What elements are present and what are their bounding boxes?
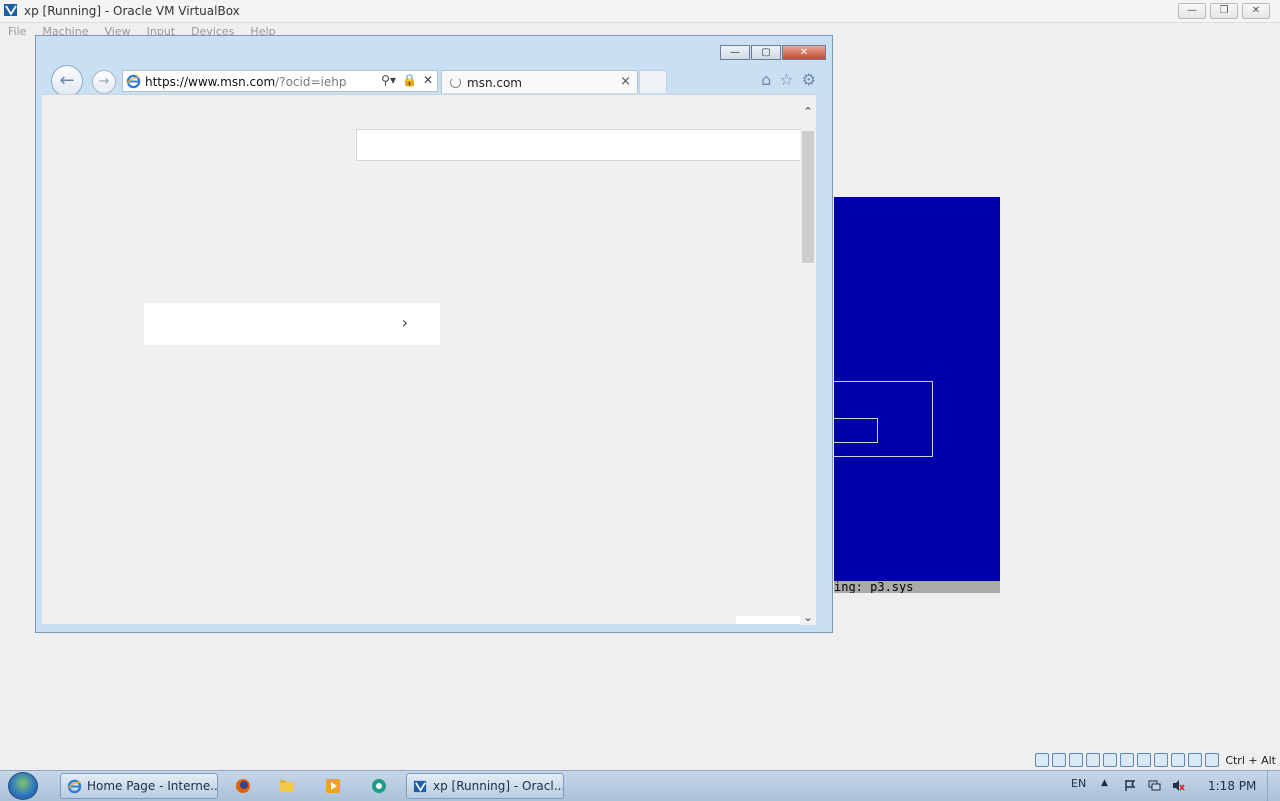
volume-muted-icon[interactable] bbox=[1172, 779, 1185, 792]
scroll-down-icon[interactable]: ⌄ bbox=[800, 611, 816, 625]
menu-file[interactable]: File bbox=[0, 24, 34, 40]
taskbar: Home Page - Interne... xp [Running] - Or… bbox=[0, 770, 1280, 801]
tab-msn[interactable]: msn.com × bbox=[441, 70, 638, 93]
firefox-icon bbox=[236, 779, 250, 793]
virtualbox-icon bbox=[413, 780, 427, 793]
setup-dialog-field bbox=[834, 418, 878, 443]
scroll-up-icon[interactable]: ⌃ bbox=[800, 105, 816, 119]
taskbar-pin-firefox[interactable] bbox=[224, 774, 262, 798]
restore-button[interactable]: ❐ bbox=[1210, 3, 1238, 19]
favorites-star-icon[interactable]: ☆ bbox=[779, 70, 793, 89]
loading-icon bbox=[450, 77, 461, 88]
shared-folder-icon[interactable] bbox=[1120, 753, 1135, 767]
stop-icon[interactable]: ✕ bbox=[423, 73, 433, 87]
vbox-title-bar: xp [Running] - Oracle VM VirtualBox — ❐ … bbox=[0, 0, 1280, 23]
ie-logo-icon bbox=[67, 779, 82, 794]
taskbar-item-label: Home Page - Interne... bbox=[87, 779, 218, 793]
window-title: xp [Running] - Oracle VM VirtualBox bbox=[24, 4, 240, 18]
ie-window[interactable]: — ▢ ✕ ← → https://www.msn.com/?ocid=iehp… bbox=[35, 35, 833, 633]
search-icon[interactable]: ⚲▾ bbox=[381, 73, 396, 87]
page-content[interactable]: › ⌃ ⌄ bbox=[42, 94, 816, 625]
tray-expand-icon[interactable]: ▲ bbox=[1101, 778, 1108, 788]
language-indicator[interactable]: EN bbox=[1071, 777, 1086, 790]
tab-label: msn.com bbox=[467, 76, 522, 90]
close-button[interactable]: ✕ bbox=[1242, 3, 1270, 19]
home-icon[interactable]: ⌂ bbox=[761, 70, 771, 89]
cpu-icon[interactable] bbox=[1171, 753, 1186, 767]
taskbar-pin-app[interactable] bbox=[360, 774, 398, 798]
clock[interactable]: 1:18 PM bbox=[1208, 779, 1256, 793]
taskbar-item-virtualbox[interactable]: xp [Running] - Oracl... bbox=[406, 773, 564, 799]
vertical-scrollbar[interactable]: ⌃ ⌄ bbox=[800, 105, 816, 625]
chevron-right-icon[interactable]: › bbox=[402, 313, 408, 332]
new-tab-button[interactable] bbox=[639, 70, 667, 93]
harddisk-icon[interactable] bbox=[1035, 753, 1050, 767]
start-button[interactable] bbox=[8, 772, 38, 800]
url-path: /?ocid=iehp bbox=[275, 75, 347, 89]
network-icon[interactable] bbox=[1148, 779, 1161, 792]
chat-icon bbox=[372, 779, 386, 793]
display-icon[interactable] bbox=[1137, 753, 1152, 767]
action-center-flag-icon[interactable] bbox=[1124, 779, 1137, 792]
back-button[interactable]: ← bbox=[51, 65, 83, 97]
virtualbox-icon bbox=[4, 4, 17, 16]
taskbar-item-label: xp [Running] - Oracl... bbox=[433, 779, 564, 793]
network-icon[interactable] bbox=[1086, 753, 1101, 767]
folder-icon bbox=[280, 780, 294, 792]
taskbar-pin-media-player[interactable] bbox=[314, 774, 352, 798]
lock-icon[interactable]: 🔒 bbox=[402, 73, 417, 87]
search-input[interactable] bbox=[356, 129, 816, 161]
tab-close-icon[interactable]: × bbox=[620, 74, 631, 89]
taskbar-pin-explorer[interactable] bbox=[268, 774, 306, 798]
host-key-label: Ctrl + Alt bbox=[1225, 753, 1276, 767]
usb-icon[interactable] bbox=[1103, 753, 1118, 767]
show-desktop-button[interactable] bbox=[1267, 771, 1280, 801]
settings-gear-icon[interactable]: ⚙ bbox=[802, 70, 816, 89]
forward-button[interactable]: → bbox=[92, 70, 116, 94]
address-bar[interactable]: https://www.msn.com/?ocid=iehp ⚲▾ 🔒 ✕ bbox=[122, 70, 438, 92]
minimize-button[interactable]: — bbox=[1178, 3, 1206, 19]
media-player-icon bbox=[326, 779, 340, 793]
recording-icon[interactable] bbox=[1154, 753, 1169, 767]
scroll-thumb[interactable] bbox=[802, 131, 814, 263]
vbox-status-bar: Ctrl + Alt bbox=[1035, 751, 1280, 769]
ie-logo-icon bbox=[126, 74, 141, 89]
optical-drive-icon[interactable] bbox=[1052, 753, 1067, 767]
url-text: https://www.msn.com/?ocid=iehp bbox=[145, 75, 346, 89]
setup-status-bar: ing: p3.sys bbox=[834, 581, 1000, 593]
content-card[interactable]: › bbox=[144, 303, 440, 345]
page-footer-block bbox=[736, 616, 810, 624]
taskbar-item-ie[interactable]: Home Page - Interne... bbox=[60, 773, 218, 799]
keyboard-capture-icon[interactable] bbox=[1205, 753, 1220, 767]
audio-icon[interactable] bbox=[1069, 753, 1084, 767]
mouse-integration-icon[interactable] bbox=[1188, 753, 1203, 767]
url-host: https://www.msn.com bbox=[145, 75, 276, 89]
